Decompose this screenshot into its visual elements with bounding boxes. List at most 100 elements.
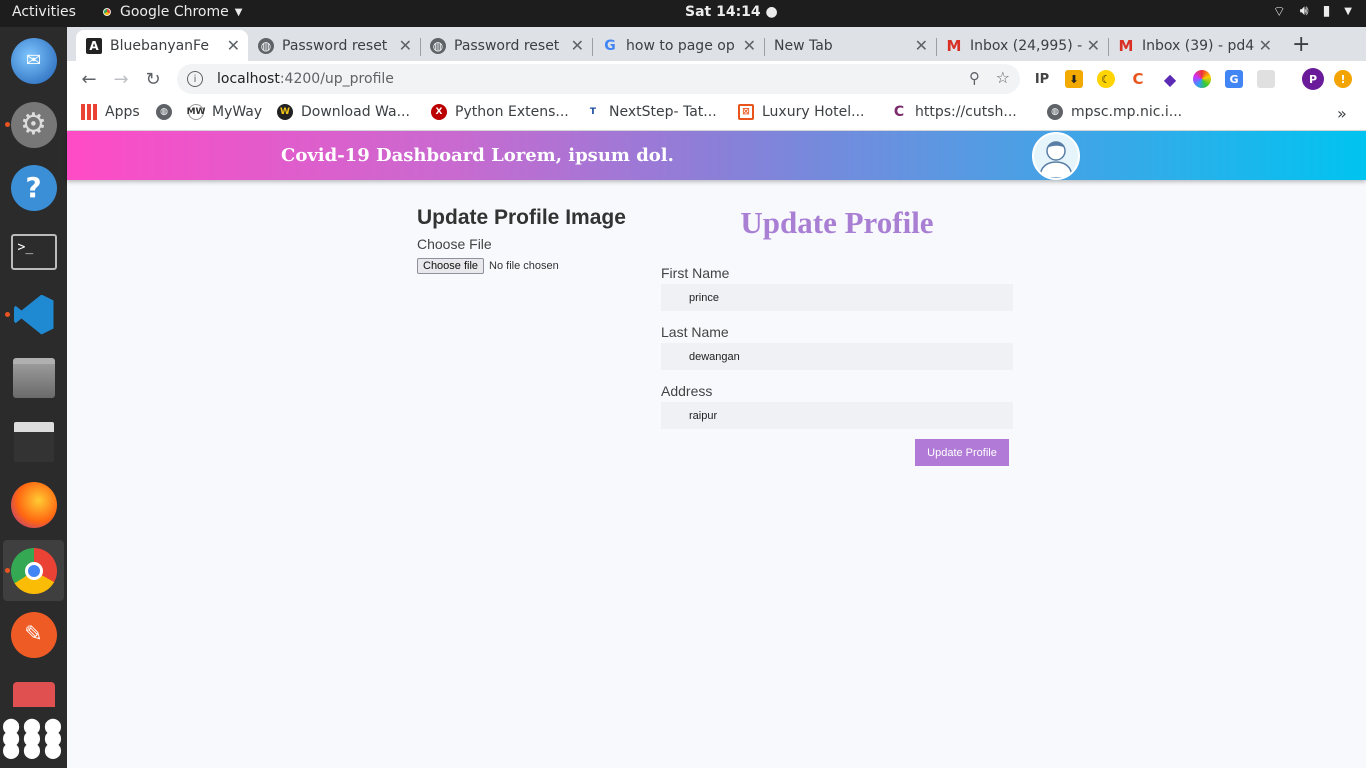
vscode-icon (13, 294, 54, 335)
choose-file-label: Choose File (417, 236, 492, 252)
tab-title: BluebanyanFe (110, 37, 209, 54)
download-extension-icon[interactable]: ⬇ (1065, 70, 1083, 88)
choose-file-button[interactable]: Choose file (417, 258, 485, 274)
globe-icon: ◍ (258, 37, 274, 54)
close-icon[interactable]: ✕ (1259, 36, 1272, 55)
bookmark-cutsh[interactable]: C https://cutsh... (891, 104, 1017, 120)
more-bookmarks-icon[interactable]: » (1337, 104, 1347, 123)
file-input[interactable]: Choose file No file chosen (417, 258, 626, 274)
dock-video-editor[interactable] (3, 411, 64, 472)
bookmarks-bar: Apps ◍ MW MyWay W Download Wa... X Pytho… (67, 97, 1366, 131)
close-icon[interactable]: ✕ (227, 36, 240, 55)
tab-new-tab[interactable]: New Tab ✕ (764, 30, 936, 61)
forward-button[interactable]: → (109, 67, 133, 91)
tab-title: Password reset (282, 37, 388, 54)
bookmark-globe[interactable]: ◍ (156, 104, 180, 120)
info-icon[interactable]: i (187, 71, 203, 87)
dock-help[interactable]: ? (3, 157, 64, 218)
user-avatar[interactable] (1032, 132, 1080, 180)
dock-app[interactable] (3, 667, 64, 707)
close-icon[interactable]: ✕ (571, 36, 584, 55)
tab-title: how to page op (626, 37, 735, 54)
tab-title: Inbox (39) - pd4 (1142, 37, 1255, 54)
tab-strip: A BluebanyanFe ✕ ◍ Password reset ✕ ◍ Pa… (67, 27, 1366, 61)
tab-gmail-1[interactable]: M Inbox (24,995) - ✕ (936, 30, 1108, 61)
bookmark-nextstep[interactable]: T NextStep- Tat... (585, 104, 717, 120)
globe-icon: ◍ (1047, 104, 1063, 120)
dock-settings[interactable]: ⚙ (3, 94, 64, 155)
system-tray[interactable]: ⌔ 🔊︎ ▮ ▼ (1273, 3, 1352, 21)
tab-title: New Tab (774, 37, 833, 54)
app-menu-label: Google Chrome (120, 4, 229, 20)
bookmark-label: MyWay (212, 104, 263, 120)
close-icon[interactable]: ✕ (915, 36, 928, 55)
new-tab-button[interactable]: + (1292, 32, 1310, 57)
form-title: Update Profile (740, 205, 934, 240)
dock-files[interactable] (3, 347, 64, 408)
app-icon (12, 682, 55, 707)
update-profile-button[interactable]: Update Profile (915, 439, 1009, 466)
dock: ✉ ⚙ ? >_ ✎ ⬤⬤⬤ ⬤⬤⬤ ⬤⬤⬤ (0, 27, 67, 768)
zoom-icon[interactable]: ⚲ (969, 69, 980, 87)
last-name-field[interactable] (661, 343, 1013, 370)
dock-terminal[interactable]: >_ (3, 221, 64, 282)
tab-password-reset-2[interactable]: ◍ Password reset ✕ (420, 30, 592, 61)
translate-extension-icon[interactable]: G (1225, 70, 1243, 88)
tab-bluebanyan[interactable]: A BluebanyanFe ✕ (76, 30, 248, 61)
show-applications-button[interactable]: ⬤⬤⬤ ⬤⬤⬤ ⬤⬤⬤ (2, 707, 64, 768)
user-avatar-icon (1039, 141, 1073, 178)
tab-title: Inbox (24,995) - (970, 37, 1083, 54)
bookmark-myway[interactable]: MW MyWay (187, 104, 263, 120)
ip-extension-icon[interactable]: IP (1033, 70, 1051, 88)
close-icon[interactable]: ✕ (743, 36, 756, 55)
bookmark-label: Download Wa... (301, 104, 410, 120)
tab-password-reset-1[interactable]: ◍ Password reset ✕ (248, 30, 420, 61)
globe-icon: ◍ (430, 37, 446, 54)
close-icon[interactable]: ✕ (1087, 36, 1100, 55)
close-icon[interactable]: ✕ (399, 36, 412, 55)
bookmark-download[interactable]: W Download Wa... (277, 104, 410, 120)
chevron-down-icon: ▼ (234, 6, 243, 18)
bookmark-label: https://cutsh... (915, 104, 1017, 120)
back-button[interactable]: ← (77, 67, 101, 91)
bookmark-apps[interactable]: Apps (81, 104, 140, 120)
chrome-icon (10, 547, 57, 594)
bookmark-luxury-hotel[interactable]: ⊠ Luxury Hotel... (738, 104, 865, 120)
reload-button[interactable]: ↻ (141, 67, 165, 91)
apps-grid-icon (81, 104, 97, 120)
c-extension-icon[interactable]: C (1129, 70, 1147, 88)
activities-button[interactable]: Activities (12, 4, 76, 20)
browser-toolbar: ← → ↻ i localhost:4200/up_profile ⚲ ☆ IP… (67, 61, 1366, 97)
volume-icon: 🔊︎ (1299, 3, 1309, 19)
dock-chrome[interactable] (3, 540, 64, 601)
layers-extension-icon[interactable]: ◆ (1161, 70, 1179, 89)
tab-google-search[interactable]: G how to page op ✕ (592, 30, 764, 61)
bookmark-python[interactable]: X Python Extens... (431, 104, 569, 120)
update-alert-icon[interactable]: ! (1334, 70, 1352, 88)
star-icon[interactable]: ☆ (996, 68, 1010, 87)
running-indicator (5, 568, 10, 573)
moon-extension-icon[interactable]: ☾ (1097, 70, 1115, 88)
color-extension-icon[interactable] (1193, 70, 1211, 88)
battery-icon: ▮ (1322, 3, 1331, 19)
bookmark-mpsc[interactable]: ◍ mpsc.mp.nic.i... (1047, 104, 1182, 120)
app-header: Covid-19 Dashboard Lorem, ipsum dol. (67, 131, 1366, 180)
angular-icon: A (86, 37, 102, 54)
grey-extension-icon[interactable] (1257, 70, 1275, 88)
bookmark-label: Apps (105, 104, 140, 120)
dock-vscode[interactable] (3, 284, 64, 345)
dock-postman[interactable]: ✎ (3, 604, 64, 665)
python-extension-icon: X (431, 104, 447, 120)
first-name-field[interactable] (661, 284, 1013, 311)
address-bar[interactable]: i localhost:4200/up_profile ⚲ ☆ (177, 64, 1020, 94)
profile-avatar[interactable]: P (1302, 68, 1324, 90)
app-menu[interactable]: Google Chrome ▼ (100, 4, 242, 20)
hotel-icon: ⊠ (738, 104, 754, 120)
profile-image-heading: Update Profile Image (417, 206, 626, 229)
dock-firefox[interactable] (3, 474, 64, 535)
tab-gmail-2[interactable]: M Inbox (39) - pd4 ✕ (1108, 30, 1280, 61)
dock-thunderbird[interactable]: ✉ (3, 30, 64, 91)
clapperboard-icon (13, 421, 54, 462)
clock[interactable]: Sat 14:14 ● (685, 4, 778, 20)
address-field[interactable] (661, 402, 1013, 429)
